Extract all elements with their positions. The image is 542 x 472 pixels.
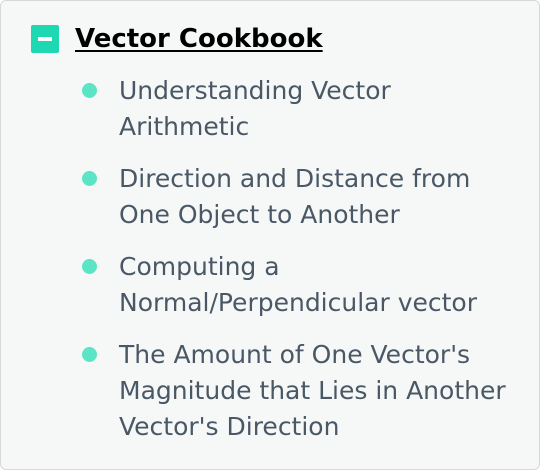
list-item-label: The Amount of One Vector's Magnitude tha… (119, 340, 506, 441)
list-item[interactable]: Computing a Normal/Perpendicular vector (81, 249, 521, 321)
list-item[interactable]: The Amount of One Vector's Magnitude tha… (81, 337, 521, 445)
minus-icon (38, 37, 52, 41)
list-item[interactable]: Direction and Distance from One Object t… (81, 161, 521, 233)
bullet-icon (82, 259, 97, 274)
bullet-icon (82, 171, 97, 186)
section-title-link[interactable]: Vector Cookbook (75, 23, 323, 55)
list-item-label: Computing a Normal/Perpendicular vector (119, 252, 478, 317)
list-item-label: Direction and Distance from One Object t… (119, 164, 471, 229)
list-item-label: Understanding Vector Arithmetic (119, 76, 391, 141)
topic-list: Understanding Vector Arithmetic Directio… (81, 73, 521, 461)
cookbook-panel: Vector Cookbook Understanding Vector Ari… (0, 0, 540, 470)
bullet-icon (82, 347, 97, 362)
collapse-toggle-button[interactable] (31, 25, 59, 53)
bullet-icon (82, 83, 97, 98)
list-item[interactable]: Understanding Vector Arithmetic (81, 73, 521, 145)
section-header: Vector Cookbook (31, 23, 323, 55)
